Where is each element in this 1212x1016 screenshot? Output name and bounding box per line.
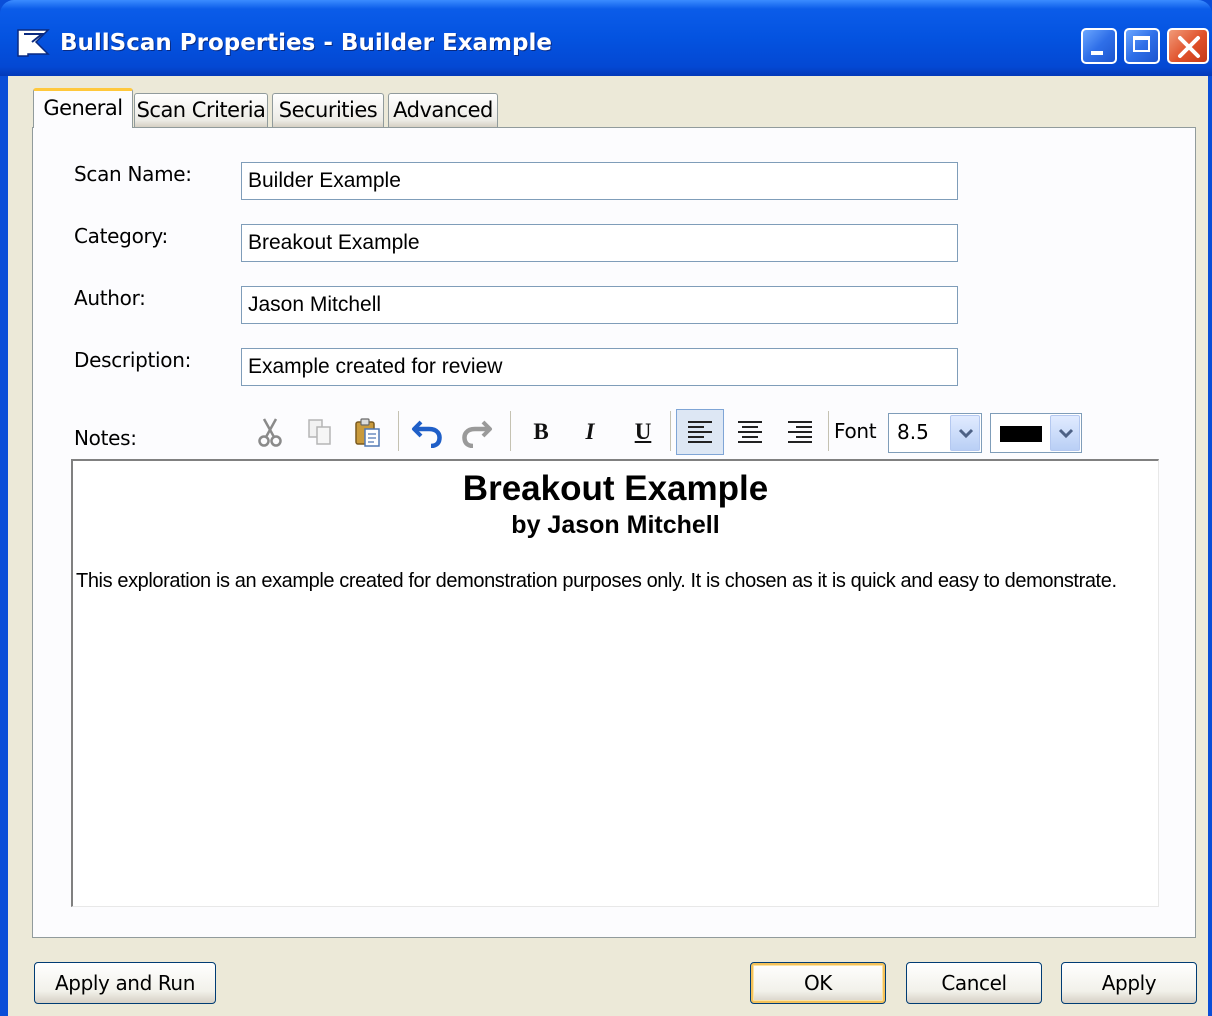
notes-body: This exploration is an example created f… [76, 570, 1117, 592]
tab-advanced[interactable]: Advanced [388, 93, 498, 127]
redo-button[interactable] [454, 409, 498, 455]
align-left-button[interactable] [676, 409, 724, 455]
description-input[interactable] [241, 348, 958, 386]
paste-icon [355, 418, 380, 447]
undo-icon [412, 420, 442, 448]
close-button[interactable] [1167, 28, 1209, 64]
apply-button[interactable]: Apply [1061, 962, 1197, 1004]
dialog-client: General Scan Criteria Securities Advance… [8, 76, 1208, 1016]
notes-toolbar: B I U Font 8.5 [248, 409, 1108, 459]
description-label: Description: [74, 348, 192, 372]
align-right-icon [788, 421, 812, 443]
author-input[interactable] [241, 286, 958, 324]
category-input[interactable] [241, 224, 958, 262]
font-size-dropdown-button[interactable] [950, 415, 980, 451]
chevron-down-icon [1058, 428, 1074, 439]
undo-button[interactable] [406, 409, 450, 455]
notes-editor[interactable]: Breakout Example by Jason Mitchell This … [71, 459, 1159, 907]
chevron-down-icon [958, 428, 974, 439]
minimize-button[interactable] [1081, 28, 1117, 64]
align-center-icon [738, 421, 762, 443]
properties-window: BullScan Properties - Builder Example Ge… [0, 0, 1212, 1016]
cut-icon [258, 418, 282, 447]
toolbar-separator [670, 411, 671, 451]
paste-button[interactable] [346, 409, 390, 455]
category-label: Category: [74, 224, 168, 248]
window-title: BullScan Properties - Builder Example [60, 30, 552, 56]
notes-label: Notes: [74, 426, 137, 450]
underline-button[interactable]: U [621, 409, 665, 455]
font-label: Font [834, 419, 877, 443]
italic-button[interactable]: I [568, 409, 612, 455]
tab-scan-criteria[interactable]: Scan Criteria [134, 93, 268, 127]
bold-button[interactable]: B [519, 409, 563, 455]
apply-and-run-button[interactable]: Apply and Run [34, 962, 216, 1004]
align-right-button[interactable] [778, 409, 822, 455]
author-label: Author: [74, 286, 146, 310]
font-color-select[interactable] [990, 413, 1082, 453]
toolbar-separator [398, 411, 399, 451]
scan-name-label: Scan Name: [74, 162, 192, 186]
font-color-dropdown-button[interactable] [1050, 415, 1080, 451]
cancel-button[interactable]: Cancel [906, 962, 1042, 1004]
copy-icon [308, 419, 331, 445]
tab-securities[interactable]: Securities [272, 93, 384, 127]
title-bar[interactable]: BullScan Properties - Builder Example [0, 0, 1212, 76]
redo-icon [462, 420, 492, 448]
notes-subtitle: by Jason Mitchell [511, 511, 720, 539]
toolbar-separator [828, 411, 829, 451]
tab-general[interactable]: General [33, 88, 133, 128]
font-color-swatch [1000, 426, 1042, 442]
maximize-button[interactable] [1124, 28, 1160, 64]
toolbar-separator [510, 411, 511, 451]
font-size-value: 8.5 [897, 420, 929, 444]
font-size-select[interactable]: 8.5 [888, 413, 982, 453]
cut-button[interactable] [248, 409, 292, 455]
notes-title: Breakout Example [462, 469, 769, 508]
bullscan-flag-icon [17, 29, 50, 57]
align-left-icon [688, 421, 712, 443]
close-icon [1178, 36, 1200, 58]
ok-button[interactable]: OK [750, 962, 886, 1004]
align-center-button[interactable] [728, 409, 772, 455]
scan-name-input[interactable] [241, 162, 958, 200]
copy-button[interactable] [298, 409, 342, 455]
